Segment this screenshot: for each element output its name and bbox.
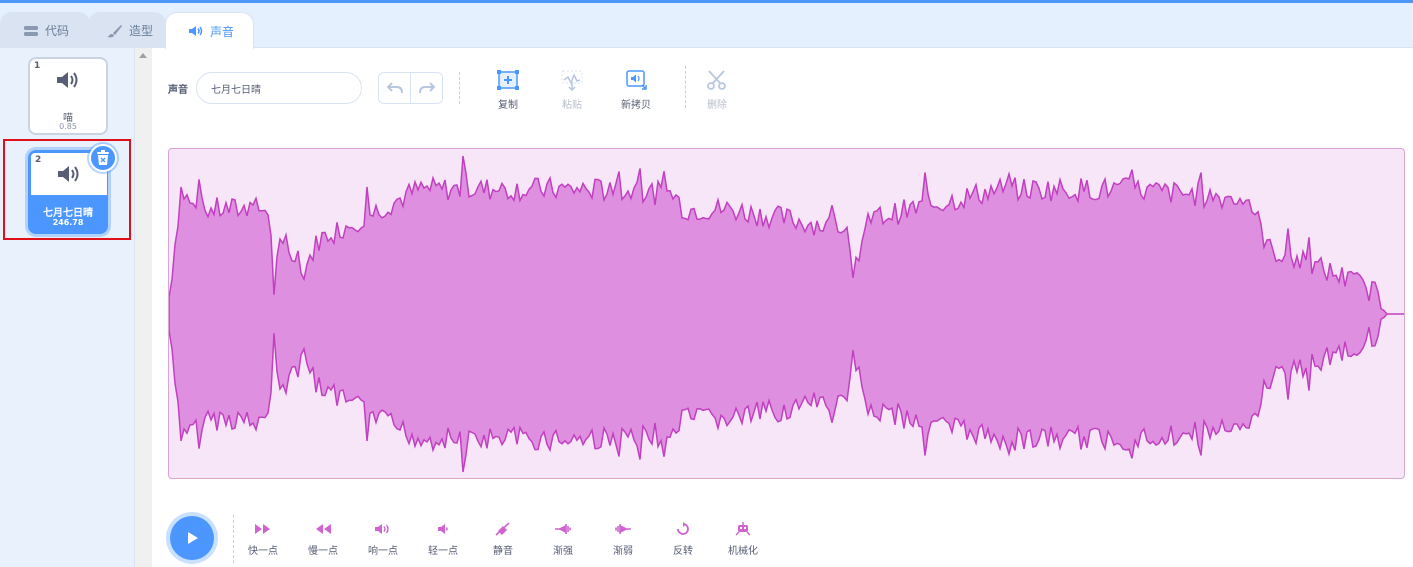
fade-out-icon xyxy=(615,524,631,534)
effect-button[interactable]: 静音 xyxy=(477,522,529,557)
fade-in-icon xyxy=(555,524,571,534)
speaker-icon xyxy=(57,72,78,88)
paste-label: 粘贴 xyxy=(562,100,582,111)
tab-costumes[interactable]: 造型 xyxy=(88,12,166,48)
sound-number: 1 xyxy=(34,61,41,71)
tab-sounds[interactable]: 声音 xyxy=(165,12,254,49)
paste-button[interactable]: 粘贴 xyxy=(542,69,602,111)
scissors-icon xyxy=(707,70,726,90)
robot-icon xyxy=(735,522,751,536)
delete-button[interactable]: 删除 xyxy=(687,69,747,111)
copy-to-new-icon xyxy=(626,70,647,90)
effect-button[interactable]: 机械化 xyxy=(717,522,769,557)
effect-label: 渐弱 xyxy=(613,546,633,557)
play-icon xyxy=(188,532,198,544)
effect-label: 响一点 xyxy=(368,546,398,557)
copy-to-new-label: 新拷贝 xyxy=(621,100,651,111)
effect-label: 慢一点 xyxy=(308,546,338,557)
sound-name-label: 声音 xyxy=(168,85,188,96)
effect-label: 快一点 xyxy=(248,546,278,557)
copy-button[interactable]: 复制 xyxy=(478,69,538,111)
paste-icon xyxy=(561,70,583,91)
copy-icon xyxy=(497,70,519,90)
waveform-shape xyxy=(169,155,1404,473)
tab-costumes-label: 造型 xyxy=(129,24,154,38)
toolbar-divider xyxy=(459,72,460,104)
sound-name-input[interactable] xyxy=(196,72,362,104)
effect-button[interactable]: 响一点 xyxy=(357,522,409,557)
delete-label: 删除 xyxy=(707,100,727,111)
tab-code[interactable]: 代码 xyxy=(0,12,90,48)
mute-icon xyxy=(495,522,510,536)
sound-thumb xyxy=(30,59,106,101)
sound-list: 1 喵 0.85 2 七月七日晴 246.78 xyxy=(0,48,135,567)
speaker-icon xyxy=(189,26,203,36)
tab-code-label: 代码 xyxy=(45,24,70,38)
toolbar-divider xyxy=(685,66,686,108)
effects-divider xyxy=(233,515,234,563)
effect-button[interactable]: 慢一点 xyxy=(297,522,349,557)
effect-label: 静音 xyxy=(493,546,513,557)
selection-highlight xyxy=(3,139,131,240)
waveform xyxy=(169,155,1404,473)
editor-tabs: 代码 造型 声音 xyxy=(0,3,1413,49)
play-button[interactable] xyxy=(170,516,214,560)
sound-duration: 0.85 xyxy=(59,122,77,131)
faster-icon xyxy=(255,524,270,534)
tab-sounds-label: 声音 xyxy=(210,24,235,39)
waveform-editor[interactable] xyxy=(168,148,1405,479)
undo-button[interactable] xyxy=(378,72,411,104)
code-icon xyxy=(24,26,38,36)
softer-icon xyxy=(438,524,448,534)
copy-label: 复制 xyxy=(498,100,518,111)
brush-icon xyxy=(107,25,122,38)
effect-label: 渐强 xyxy=(553,546,573,557)
effect-button[interactable]: 轻一点 xyxy=(417,522,469,557)
sound-list-scrollbar[interactable] xyxy=(135,48,152,567)
undo-icon xyxy=(386,82,403,94)
effect-label: 反转 xyxy=(673,546,693,557)
copy-to-new-button[interactable]: 新拷贝 xyxy=(606,69,666,111)
effect-button[interactable]: 渐弱 xyxy=(597,522,649,557)
effect-label: 机械化 xyxy=(728,546,758,557)
redo-button[interactable] xyxy=(410,72,443,104)
scroll-up-icon[interactable] xyxy=(139,53,147,58)
effect-button[interactable]: 反转 xyxy=(657,522,709,557)
effect-button[interactable]: 渐强 xyxy=(537,522,589,557)
redo-icon xyxy=(418,82,435,94)
reverse-icon xyxy=(677,522,689,535)
effect-label: 轻一点 xyxy=(428,546,458,557)
sound-tile-1[interactable]: 1 喵 0.85 xyxy=(28,57,108,135)
slower-icon xyxy=(316,524,331,534)
louder-icon xyxy=(375,524,389,534)
effect-button[interactable]: 快一点 xyxy=(237,522,289,557)
